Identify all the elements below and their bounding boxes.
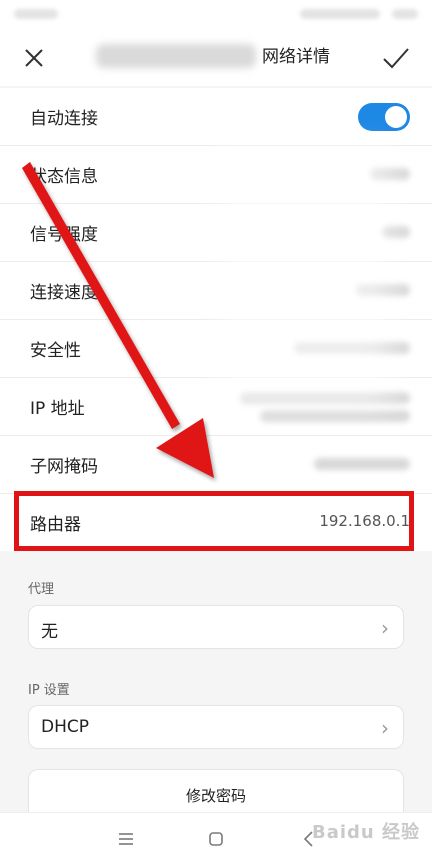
row-label: 自动连接 <box>30 109 98 129</box>
menu-button[interactable] <box>110 823 142 855</box>
blurred-value <box>314 458 410 470</box>
check-icon <box>383 48 409 69</box>
status-time-blurred <box>14 9 58 19</box>
proxy-section-label: 代理 <box>28 582 55 597</box>
row-label: 安全性 <box>30 341 81 361</box>
menu-icon <box>119 833 133 845</box>
network-name-blurred <box>96 44 256 68</box>
home-button[interactable] <box>200 823 232 855</box>
row-auto-connect: 自动连接 <box>0 88 432 146</box>
highlight-box <box>14 491 414 551</box>
watermark: Baidu 经验 <box>312 822 421 843</box>
row-label: 信号强度 <box>30 225 98 245</box>
ip-settings-section-label: IP 设置 <box>28 683 70 698</box>
battery-icon <box>392 9 418 19</box>
confirm-button[interactable] <box>378 40 414 76</box>
home-icon <box>209 832 223 846</box>
toggle-knob <box>385 106 407 128</box>
ip-settings-select[interactable]: DHCP › <box>28 705 404 749</box>
page-title: 网络详情 <box>262 47 330 67</box>
blurred-value <box>260 410 410 422</box>
screen-glare <box>220 150 390 410</box>
close-icon <box>25 49 43 67</box>
ip-settings-value: DHCP <box>41 717 89 737</box>
row-label: 连接速度 <box>30 283 98 303</box>
proxy-select[interactable]: 无 › <box>28 605 404 649</box>
auto-connect-toggle[interactable] <box>358 103 410 131</box>
status-icons-blurred <box>300 9 380 19</box>
proxy-value: 无 <box>41 622 58 642</box>
status-bar <box>0 0 432 30</box>
row-subnet-mask: 子网掩码 <box>0 436 432 494</box>
row-label: 状态信息 <box>30 167 98 187</box>
chevron-right-icon: › <box>381 616 389 640</box>
chevron-right-icon: › <box>381 716 389 740</box>
row-label: IP 地址 <box>30 399 85 419</box>
close-button[interactable] <box>16 40 52 76</box>
row-label: 子网掩码 <box>30 457 98 477</box>
